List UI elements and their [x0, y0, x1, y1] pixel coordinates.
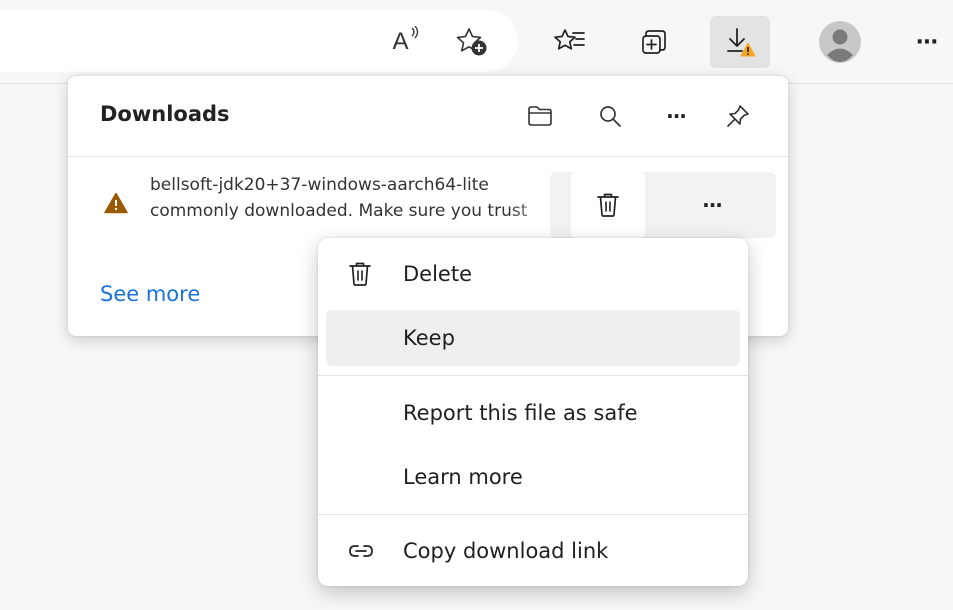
- menu-item-label: Learn more: [403, 465, 523, 489]
- menu-item-label: Delete: [403, 262, 472, 286]
- warning-icon: [104, 192, 128, 214]
- address-bar[interactable]: [0, 10, 518, 72]
- downloads-icon: [727, 28, 756, 57]
- collections-icon: [642, 30, 666, 54]
- browser-more-button[interactable]: ···: [900, 16, 953, 68]
- menu-item-learn-more[interactable]: Learn more: [326, 449, 740, 505]
- folder-icon: [528, 106, 552, 126]
- panel-divider: [68, 156, 788, 157]
- downloads-button[interactable]: [710, 16, 770, 68]
- download-item-actions: ···: [550, 172, 776, 238]
- read-aloud-icon: A: [392, 26, 419, 56]
- favorites-button[interactable]: [540, 16, 600, 68]
- download-more-button[interactable]: ···: [675, 172, 749, 238]
- download-item[interactable]: bellsoft-jdk20+37-windows-aarch64-lite c…: [68, 166, 788, 238]
- read-aloud-button[interactable]: A: [376, 16, 436, 68]
- trash-icon: [348, 261, 372, 287]
- search-downloads-button[interactable]: [590, 96, 630, 136]
- favorites-icon: [554, 29, 585, 50]
- more-icon: ···: [915, 29, 938, 55]
- add-favorite-icon: [456, 28, 487, 56]
- download-filename: bellsoft-jdk20+37-windows-aarch64-lite: [150, 175, 489, 195]
- menu-item-copy-link[interactable]: Copy download link: [326, 523, 740, 579]
- link-icon: [348, 543, 374, 559]
- browser-toolbar: A ···: [0, 0, 953, 84]
- menu-item-report-safe[interactable]: Report this file as safe: [326, 385, 740, 441]
- see-more-link[interactable]: See more: [100, 282, 200, 306]
- menu-separator: [318, 375, 748, 376]
- profile-button[interactable]: [810, 16, 870, 68]
- add-favorite-button[interactable]: [442, 16, 502, 68]
- trash-icon: [597, 193, 619, 217]
- more-options-icon: ···: [702, 193, 723, 217]
- download-context-menu: Delete Keep Report this file as safe Lea…: [318, 238, 748, 586]
- menu-item-label: Report this file as safe: [403, 401, 638, 425]
- pin-button[interactable]: [718, 96, 758, 136]
- profile-avatar-icon: [819, 21, 861, 63]
- search-icon: [600, 106, 621, 127]
- pin-icon: [727, 105, 749, 127]
- download-warning-message: commonly downloaded. Make sure you trust: [150, 201, 528, 221]
- open-folder-button[interactable]: [520, 96, 560, 136]
- menu-separator: [318, 514, 748, 515]
- menu-item-label: Copy download link: [403, 539, 609, 563]
- menu-item-delete[interactable]: Delete: [326, 246, 740, 302]
- menu-item-label: Keep: [403, 326, 455, 350]
- menu-item-keep[interactable]: Keep: [326, 310, 740, 366]
- read-aloud-glyph: A: [392, 28, 409, 55]
- delete-download-button[interactable]: [571, 172, 645, 238]
- collections-button[interactable]: [624, 16, 684, 68]
- more-options-icon: ···: [666, 104, 687, 128]
- downloads-title: Downloads: [100, 102, 230, 126]
- download-item-text: bellsoft-jdk20+37-windows-aarch64-lite c…: [150, 172, 570, 224]
- downloads-more-button[interactable]: ···: [656, 96, 696, 136]
